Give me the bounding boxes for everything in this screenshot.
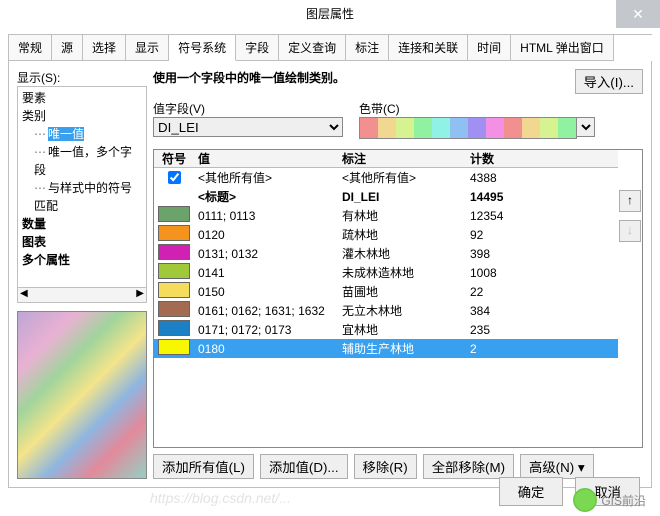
table-row[interactable]: 0161; 0162; 1631; 1632无立木林地384 xyxy=(154,301,618,320)
value-field-label: 值字段(V) xyxy=(153,100,343,117)
tab-7[interactable]: 标注 xyxy=(346,35,389,61)
scroll-right-icon[interactable]: ▶ xyxy=(136,288,144,302)
tab-5[interactable]: 字段 xyxy=(236,35,279,61)
window-title: 图层属性 xyxy=(306,7,354,21)
color-swatch[interactable] xyxy=(158,244,190,260)
color-ramp[interactable] xyxy=(359,117,577,139)
wechat-overlay: GIS前沿 xyxy=(573,488,646,512)
color-swatch[interactable] xyxy=(158,320,190,336)
table-row[interactable]: 0111; 0113有林地12354 xyxy=(154,206,618,225)
remove-button[interactable]: 移除(R) xyxy=(354,454,417,479)
tab-1[interactable]: 源 xyxy=(52,35,83,61)
all-values-checkbox[interactable] xyxy=(168,171,181,184)
layer-preview xyxy=(17,311,147,479)
col-count[interactable]: 计数 xyxy=(466,150,618,167)
advanced-button[interactable]: 高级(N) ▾ xyxy=(520,454,594,479)
list-item[interactable]: 图表 xyxy=(22,233,142,251)
add-all-button[interactable]: 添加所有值(L) xyxy=(153,454,254,479)
scrollbar[interactable]: ◀ ▶ xyxy=(17,288,147,303)
table-row[interactable]: 0131; 0132灌木林地398 xyxy=(154,244,618,263)
table-row[interactable]: 0171; 0172; 0173宜林地235 xyxy=(154,320,618,339)
tab-0[interactable]: 常规 xyxy=(9,35,52,61)
list-item[interactable]: 数量 xyxy=(22,215,142,233)
move-down-button: ↓ xyxy=(619,220,641,242)
scroll-left-icon[interactable]: ◀ xyxy=(20,288,28,302)
ramp-dropdown[interactable] xyxy=(577,117,595,137)
table-row[interactable]: 0180辅助生产林地2 xyxy=(154,339,618,358)
tab-8[interactable]: 连接和关联 xyxy=(389,35,468,61)
add-value-button[interactable]: 添加值(D)... xyxy=(260,454,348,479)
table-row[interactable]: 0120疏林地92 xyxy=(154,225,618,244)
list-item[interactable]: 唯一值 xyxy=(34,125,142,143)
ok-button[interactable]: 确定 xyxy=(499,477,564,506)
tab-strip: 常规源选择显示符号系统字段定义查询标注连接和关联时间HTML 弹出窗口 xyxy=(8,34,652,61)
table-row[interactable]: <其他所有值><其他所有值>4388 xyxy=(154,168,618,187)
value-field-select[interactable]: DI_LEI xyxy=(153,117,343,137)
wechat-icon xyxy=(573,488,597,512)
tab-2[interactable]: 选择 xyxy=(83,35,126,61)
list-item[interactable]: 类别 xyxy=(22,107,142,125)
tab-4[interactable]: 符号系统 xyxy=(169,35,236,61)
list-item[interactable]: 多个属性 xyxy=(22,251,142,269)
symbols-table: 符号 值 标注 计数 <其他所有值><其他所有值>4388<标题>DI_LEI1… xyxy=(153,149,643,448)
table-row[interactable]: 0150苗圃地22 xyxy=(154,282,618,301)
show-label: 显示(S): xyxy=(17,69,147,86)
col-label[interactable]: 标注 xyxy=(338,150,466,167)
list-item[interactable]: 要素 xyxy=(22,89,142,107)
color-swatch[interactable] xyxy=(158,282,190,298)
color-swatch[interactable] xyxy=(158,225,190,241)
move-up-button[interactable]: ↑ xyxy=(619,190,641,212)
col-value[interactable]: 值 xyxy=(194,150,338,167)
close-icon[interactable]: ✕ xyxy=(616,0,660,28)
color-swatch[interactable] xyxy=(158,263,190,279)
color-swatch[interactable] xyxy=(158,301,190,317)
categories-list[interactable]: 要素 类别 唯一值 唯一值，多个字段 与样式中的符号匹配 数量 图表 多个属性 xyxy=(17,86,147,288)
import-button[interactable]: 导入(I)... xyxy=(575,69,643,94)
tab-10[interactable]: HTML 弹出窗口 xyxy=(511,35,614,61)
remove-all-button[interactable]: 全部移除(M) xyxy=(423,454,514,479)
description: 使用一个字段中的唯一值绘制类别。 xyxy=(153,69,345,86)
table-row[interactable]: <标题>DI_LEI14495 xyxy=(154,187,618,206)
color-swatch[interactable] xyxy=(158,339,190,355)
tab-6[interactable]: 定义查询 xyxy=(279,35,346,61)
col-symbol[interactable]: 符号 xyxy=(154,150,194,167)
table-row[interactable]: 0141未成林造林地1008 xyxy=(154,263,618,282)
title-bar: 图层属性 ✕ xyxy=(0,0,660,28)
ramp-label: 色带(C) xyxy=(359,100,595,117)
tab-3[interactable]: 显示 xyxy=(126,35,169,61)
chevron-down-icon: ▾ xyxy=(578,460,585,475)
tab-9[interactable]: 时间 xyxy=(468,35,511,61)
watermark: https://blog.csdn.net/... xyxy=(150,490,291,506)
color-swatch[interactable] xyxy=(158,206,190,222)
list-item[interactable]: 唯一值，多个字段 xyxy=(34,143,142,179)
list-item[interactable]: 与样式中的符号匹配 xyxy=(34,179,142,215)
